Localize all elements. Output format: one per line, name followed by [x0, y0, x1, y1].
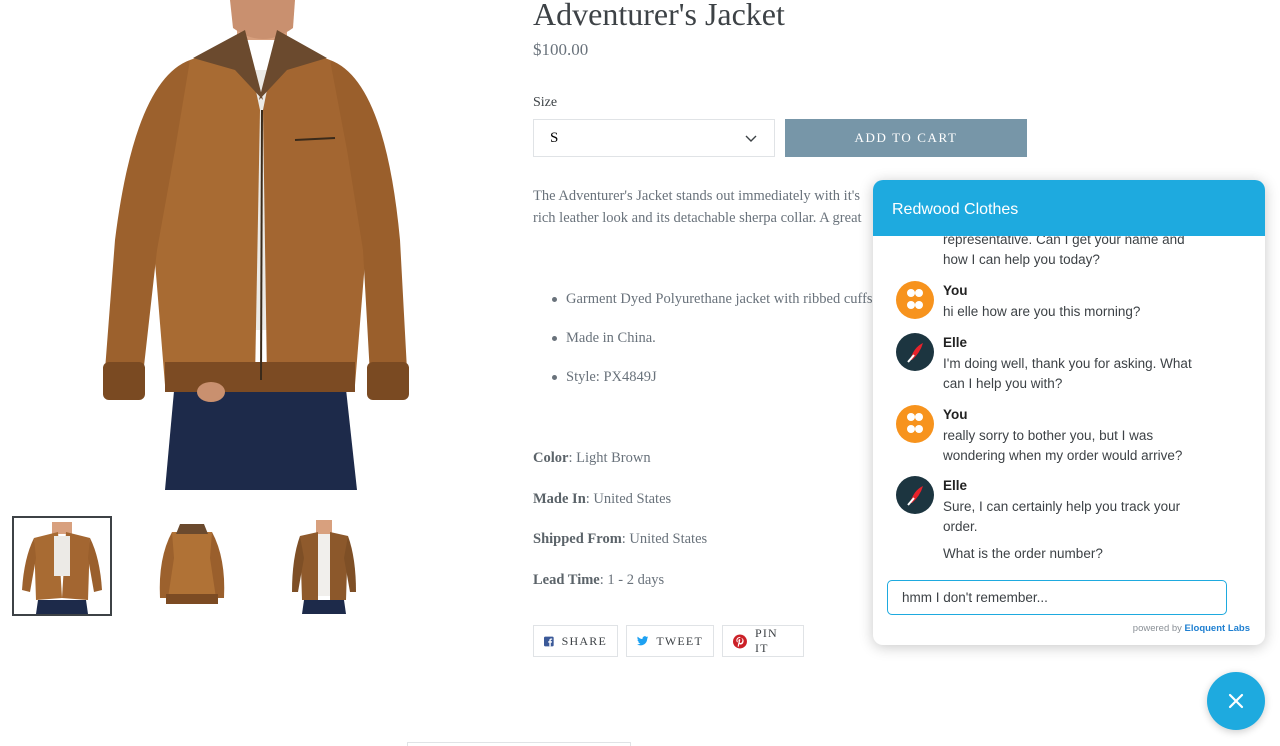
- sender-name: You: [943, 283, 968, 298]
- pinterest-icon: [733, 634, 747, 648]
- chat-message-input[interactable]: hmm I don't remember...: [887, 580, 1227, 615]
- powered-by[interactable]: powered by Eloquent Labs: [1133, 623, 1250, 634]
- share-facebook-label: SHARE: [561, 633, 607, 648]
- chevron-down-icon: [745, 135, 757, 142]
- attribute-value: : United States: [585, 491, 672, 507]
- attribute-value: : Light Brown: [568, 450, 651, 466]
- thumbnail-open[interactable]: [274, 516, 374, 616]
- attribute-label: Lead Time: [533, 572, 600, 588]
- chat-title: Redwood Clothes: [892, 201, 1019, 218]
- powered-by-prefix: powered by: [1132, 623, 1182, 634]
- chat-message-text: What is the order number?: [943, 544, 1103, 564]
- size-select[interactable]: S: [533, 119, 775, 157]
- sender-name: Elle: [943, 335, 968, 350]
- attribute-label: Color: [533, 450, 569, 466]
- attribute-label: Shipped From: [533, 531, 622, 547]
- product-price: $100.00: [533, 40, 589, 59]
- size-label: Size: [533, 95, 558, 110]
- facebook-icon: [544, 636, 554, 646]
- message-line: really sorry to bother you, but I was: [943, 428, 1154, 443]
- attribute-made-in: Made In: United States: [533, 491, 671, 508]
- thumbnail-back[interactable]: [142, 516, 242, 616]
- message-line: wondering when my order would arrive?: [943, 448, 1183, 463]
- twitter-icon: [637, 636, 649, 646]
- user-avatar-icon: [896, 281, 934, 319]
- chat-widget: Redwood Clothes representative. Can I ge…: [873, 180, 1265, 645]
- chat-messages[interactable]: representative. Can I get your name and …: [873, 236, 1265, 566]
- chat-header: Redwood Clothes: [873, 180, 1265, 236]
- feature-item: Garment Dyed Polyurethane jacket with ri…: [533, 285, 873, 324]
- agent-avatar-icon: [896, 476, 934, 514]
- add-to-cart-button[interactable]: ADD TO CART: [785, 119, 1027, 157]
- product-description: The Adventurer's Jacket stands out immed…: [533, 188, 862, 233]
- share-twitter-label: TWEET: [656, 633, 703, 648]
- message-line: representative. Can I get your name and: [943, 236, 1185, 247]
- attribute-lead-time: Lead Time: 1 - 2 days: [533, 572, 664, 589]
- product-main-image[interactable]: [95, 0, 425, 490]
- share-facebook-button[interactable]: SHARE: [533, 625, 618, 657]
- chat-message-text: Sure, I can certainly help you track you…: [943, 497, 1180, 537]
- product-features-list: Garment Dyed Polyurethane jacket with ri…: [533, 285, 873, 405]
- message-line: What is the order number?: [943, 546, 1103, 561]
- product-title: Adventurer's Jacket: [533, 0, 785, 32]
- message-line: Sure, I can certainly help you track you…: [943, 499, 1181, 514]
- product-thumbnails: [12, 516, 392, 618]
- sender-name: Elle: [943, 478, 968, 493]
- powered-by-brand: Eloquent Labs: [1184, 623, 1250, 634]
- attribute-value: : United States: [621, 531, 708, 547]
- message-line: hi elle how are you this morning?: [943, 304, 1141, 319]
- share-pinterest-label: PIN IT: [754, 626, 778, 655]
- message-line: how I can help you today?: [943, 252, 1100, 267]
- user-avatar-icon: [896, 405, 934, 443]
- page-divider: [407, 742, 631, 746]
- feature-item: Style: PX4849J: [533, 363, 873, 402]
- attribute-shipped-from: Shipped From: United States: [533, 531, 707, 548]
- agent-avatar-icon: [896, 333, 934, 371]
- thumbnail-front[interactable]: [12, 516, 112, 616]
- message-line: can I help you with?: [943, 376, 1063, 391]
- chat-close-button[interactable]: [1207, 672, 1265, 730]
- chat-message-text: hi elle how are you this morning?: [943, 302, 1140, 322]
- close-icon: [1228, 693, 1244, 709]
- chat-message-text: I'm doing well, thank you for asking. Wh…: [943, 354, 1192, 394]
- attribute-value: : 1 - 2 days: [599, 572, 665, 588]
- share-pinterest-button[interactable]: PIN IT: [722, 625, 804, 657]
- attribute-label: Made In: [533, 491, 586, 507]
- sender-name: You: [943, 407, 968, 422]
- message-line: order.: [943, 519, 978, 534]
- feature-item: Made in China.: [533, 324, 873, 363]
- chat-message-text: representative. Can I get your name and …: [943, 236, 1185, 270]
- attribute-color: Color: Light Brown: [533, 450, 651, 467]
- message-line: I'm doing well, thank you for asking. Wh…: [943, 356, 1192, 371]
- share-twitter-button[interactable]: TWEET: [626, 625, 714, 657]
- size-selected-value: S: [550, 129, 559, 146]
- chat-message-text: really sorry to bother you, but I was wo…: [943, 426, 1182, 466]
